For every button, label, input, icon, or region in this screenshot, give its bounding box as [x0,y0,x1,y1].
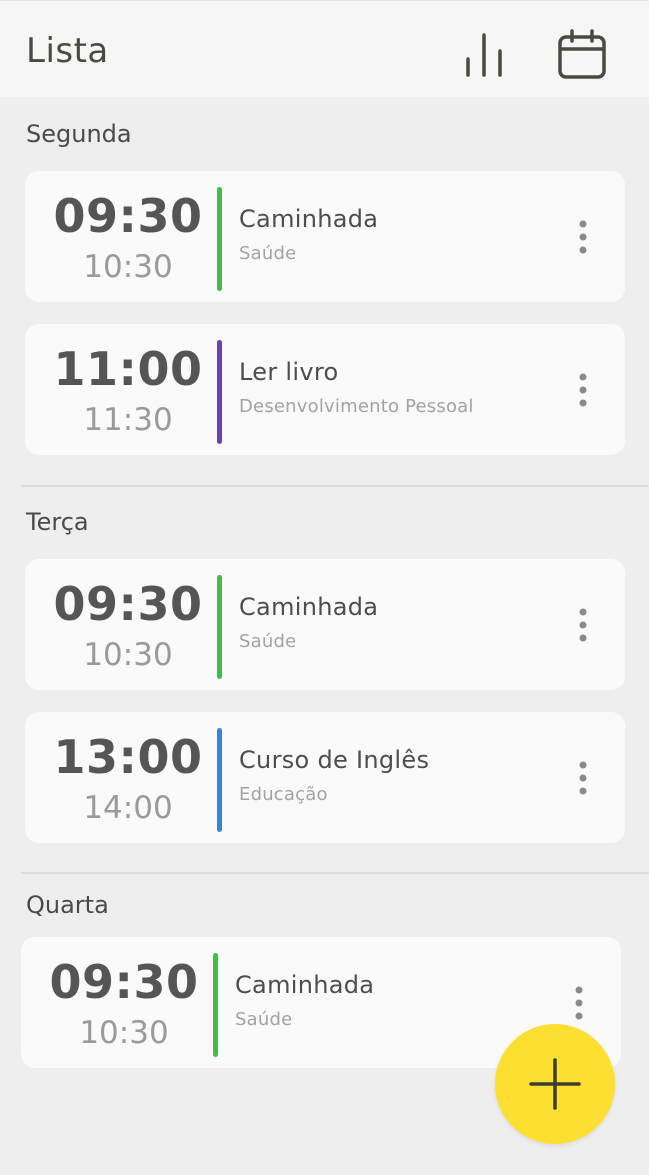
more-vertical-icon[interactable] [571,370,595,410]
more-vertical-icon[interactable] [571,758,595,798]
calendar-icon[interactable] [556,29,606,79]
event-category: Saúde [235,1009,293,1030]
event-card[interactable]: 09:30 10:30 Caminhada Saúde [25,559,625,690]
event-card[interactable]: 09:30 10:30 Caminhada Saúde [25,171,625,302]
event-title: Ler livro [239,358,339,386]
category-color-bar [217,575,222,679]
event-start-time: 09:30 [53,189,203,243]
event-end-time: 11:30 [83,402,173,438]
event-category: Saúde [239,631,297,652]
event-card[interactable]: 13:00 14:00 Curso de Inglês Educação [25,712,625,843]
day-title-quarta: Quarta [26,891,109,919]
event-end-time: 14:00 [83,790,173,826]
plus-icon [529,1058,581,1110]
more-vertical-icon[interactable] [567,983,591,1023]
event-end-time: 10:30 [79,1015,169,1051]
event-card[interactable]: 11:00 11:30 Ler livro Desenvolvimento Pe… [25,324,625,455]
bar-chart-icon[interactable] [460,29,508,79]
event-title: Curso de Inglês [239,746,430,774]
more-vertical-icon[interactable] [571,605,595,645]
event-start-time: 09:30 [49,955,199,1009]
event-start-time: 13:00 [53,730,203,784]
event-title: Caminhada [235,971,375,999]
category-color-bar [217,187,222,291]
page-title: Lista [26,31,109,71]
day-title-terca: Terça [26,508,89,536]
event-category: Desenvolvimento Pessoal [239,396,474,417]
add-event-button[interactable] [495,1024,615,1144]
app-bar: Lista [0,0,649,97]
event-title: Caminhada [239,593,379,621]
event-category: Saúde [239,243,297,264]
section-divider [21,872,649,874]
event-category: Educação [239,784,328,805]
category-color-bar [213,953,218,1057]
more-vertical-icon[interactable] [571,217,595,257]
category-color-bar [217,340,222,444]
event-end-time: 10:30 [83,637,173,673]
day-title-segunda: Segunda [26,120,132,148]
section-divider [21,485,649,487]
event-start-time: 09:30 [53,577,203,631]
category-color-bar [217,728,222,832]
event-start-time: 11:00 [53,342,203,396]
event-end-time: 10:30 [83,249,173,285]
event-title: Caminhada [239,205,379,233]
